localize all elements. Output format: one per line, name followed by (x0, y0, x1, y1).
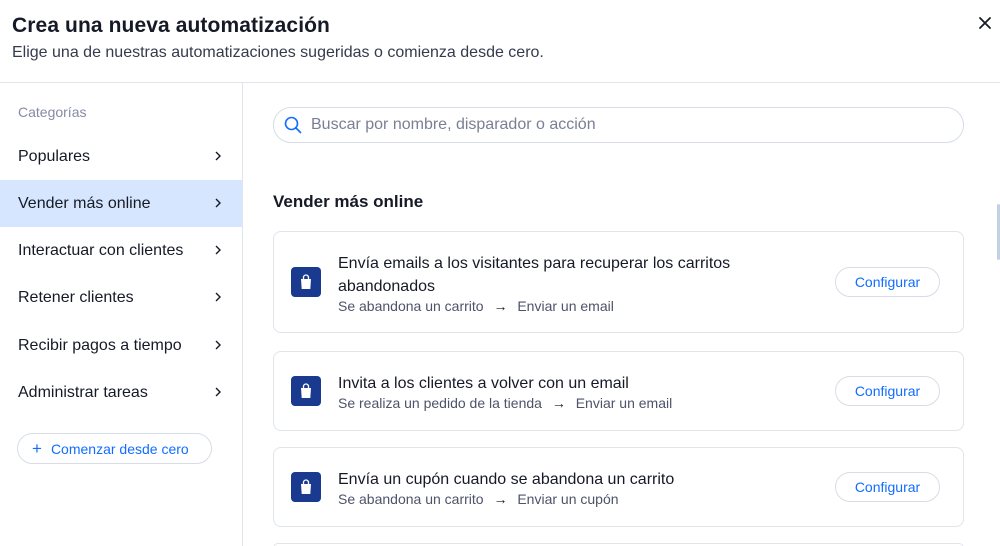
search-bar (273, 107, 964, 143)
category-sidebar: Categorías Populares Vender más online I… (0, 83, 243, 546)
chevron-right-icon (215, 340, 221, 350)
sidebar-item-retener-clientes[interactable]: Retener clientes (0, 274, 242, 321)
configure-button[interactable]: Configurar (835, 376, 940, 406)
search-input[interactable] (311, 116, 911, 134)
card-title: Invita a los clientes a volver con un em… (338, 375, 629, 392)
card-trigger: Se abandona un carrito (338, 491, 484, 507)
card-flow: Se abandona un carrito → Enviar un email (338, 298, 614, 314)
sidebar-item-recibir-pagos[interactable]: Recibir pagos a tiempo (0, 322, 242, 369)
shopping-bag-icon (291, 472, 321, 502)
sidebar-item-label: Recibir pagos a tiempo (18, 336, 182, 354)
sidebar-item-label: Administrar tareas (18, 383, 148, 401)
card-title: Envía emails a los visitantes para recup… (338, 255, 731, 295)
card-trigger: Se realiza un pedido de la tienda (338, 395, 542, 411)
chevron-right-icon (215, 292, 221, 302)
card-action: Enviar un cupón (517, 491, 619, 507)
page-subtitle: Elige una de nuestras automatizaciones s… (12, 44, 544, 61)
card-trigger: Se abandona un carrito (338, 298, 484, 314)
section-title: Vender más online (273, 192, 424, 211)
close-button[interactable] (972, 10, 998, 36)
chevron-right-icon (215, 245, 221, 255)
sidebar-item-label: Interactuar con clientes (18, 241, 184, 259)
start-button-label: Comenzar desde cero (50, 440, 189, 457)
card-action: Enviar un email (517, 298, 614, 314)
close-icon (979, 17, 991, 29)
card-title: Envía un cupón cuando se abandona un car… (338, 471, 675, 488)
chevron-right-icon (215, 151, 221, 161)
shopping-bag-icon (291, 267, 321, 297)
sidebar-heading: Categorías (18, 104, 87, 120)
page-title: Crea una nueva automatización (12, 14, 330, 37)
chevron-right-icon (215, 198, 221, 208)
plus-icon: + (32, 439, 42, 458)
shopping-bag-icon (291, 376, 321, 406)
card-action: Enviar un email (575, 395, 673, 411)
sidebar-item-populares[interactable]: Populares (0, 133, 242, 180)
sidebar-item-label: Populares (18, 147, 91, 165)
configure-button[interactable]: Configurar (835, 267, 940, 297)
modal-header: Crea una nueva automatización Elige una … (0, 0, 1000, 83)
card-flow: Se abandona un carrito → Enviar un cupón (338, 491, 619, 507)
chevron-right-icon (215, 387, 221, 397)
automation-card: Envía emails a los visitantes para recup… (273, 231, 964, 333)
start-from-scratch-button[interactable]: + Comenzar desde cero (17, 433, 212, 464)
search-icon (284, 116, 302, 134)
automation-card: Envía un cupón cuando se abandona un car… (273, 447, 964, 527)
configure-button[interactable]: Configurar (835, 472, 940, 502)
card-flow: Se realiza un pedido de la tienda → Envi… (338, 395, 672, 411)
sidebar-item-label: Vender más online (18, 194, 151, 212)
sidebar-item-administrar-tareas[interactable]: Administrar tareas (0, 369, 242, 416)
arrow-right-icon: → (493, 298, 508, 314)
sidebar-item-label: Retener clientes (18, 288, 134, 306)
sidebar-item-interactuar-con-clientes[interactable]: Interactuar con clientes (0, 227, 242, 274)
sidebar-item-vender-mas-online[interactable]: Vender más online (0, 180, 242, 227)
automation-card: Invita a los clientes a volver con un em… (273, 351, 964, 431)
arrow-right-icon: → (551, 395, 566, 411)
arrow-right-icon: → (493, 491, 508, 507)
